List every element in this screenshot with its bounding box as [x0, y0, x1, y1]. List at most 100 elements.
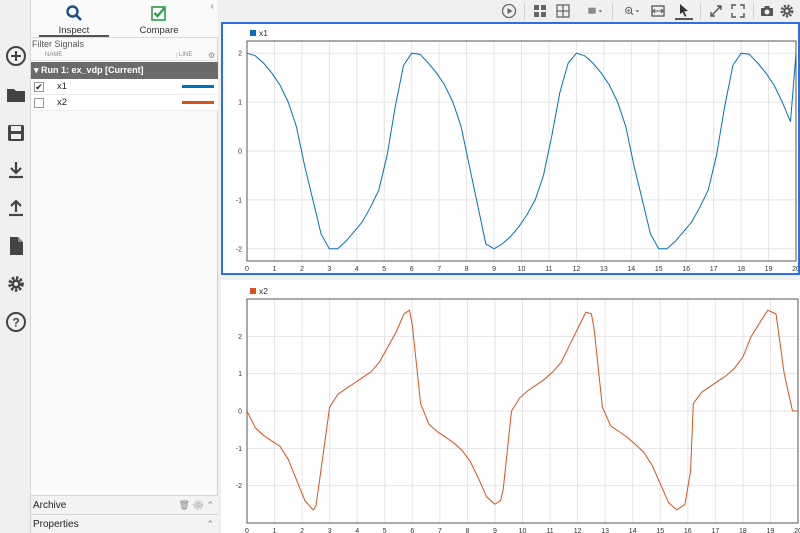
x-tick-label: 17 — [710, 266, 718, 273]
chart-x2[interactable]: 0 1 2 3 4 5 6 7 8 9 10 11 12 13 14 15 16 17 18 19 20-2-1012x… — [221, 280, 800, 533]
plot-settings-button[interactable] — [778, 2, 796, 20]
chevron-up-icon[interactable]: ⌃ — [206, 500, 214, 510]
plus-circle-icon — [5, 45, 26, 66]
signal-checkbox-x2[interactable] — [34, 98, 44, 108]
x-tick-label: 15 — [655, 266, 663, 273]
legend-label-x2: x2 — [259, 286, 268, 296]
gear-icon — [780, 4, 794, 18]
download-icon — [8, 161, 23, 178]
column-settings-gear-icon[interactable]: ⚙ — [208, 51, 215, 60]
x-tick-label: 19 — [765, 266, 773, 273]
open-button[interactable] — [3, 82, 28, 107]
x-tick-label: 0 — [245, 266, 249, 273]
snapshot-button[interactable] — [758, 2, 776, 20]
import-button[interactable] — [3, 157, 28, 182]
archive-section[interactable]: Archive 🗑 ⚙ ⌃ — [31, 495, 218, 515]
archive-label: Archive — [33, 500, 67, 511]
preferences-button[interactable] — [3, 271, 28, 296]
x-tick-label: 4 — [355, 266, 359, 273]
x-tick-label: 19 — [767, 528, 775, 533]
pointer-arrow-icon — [680, 4, 688, 17]
chart-type-icon — [588, 7, 603, 14]
fit-to-view-button[interactable] — [649, 2, 667, 20]
document-icon — [9, 236, 23, 255]
properties-section[interactable]: Properties ⌃ — [31, 514, 218, 533]
column-line[interactable]: LINE — [176, 52, 192, 58]
export-button[interactable] — [3, 195, 28, 220]
x-tick-label: 1 — [273, 528, 277, 533]
svg-text:?: ? — [12, 315, 19, 329]
signal-table-header: NAME LINE ⚙ — [31, 51, 218, 61]
magnifier-icon — [66, 5, 82, 21]
x-tick-label: 11 — [546, 528, 553, 533]
column-name[interactable]: NAME — [45, 52, 62, 58]
plot-x2[interactable]: 0 1 2 3 4 5 6 7 8 9 10 11 12 13 14 15 16 17 18 19 20 -2 -1 0 1 2 x… — [221, 280, 800, 533]
folder-icon — [6, 88, 25, 102]
gear-icon — [7, 275, 24, 292]
signal-name: x1 — [57, 81, 68, 92]
line-style-swatch[interactable] — [182, 85, 214, 88]
subplot-grid-icon — [556, 4, 570, 18]
x-tick-label: 8 — [465, 266, 469, 273]
chevron-left-icon[interactable]: ‹ — [211, 1, 214, 12]
cursor-select-button[interactable] — [675, 2, 693, 20]
x-tick-label: 5 — [383, 528, 387, 533]
signal-row-x2[interactable]: x2 — [31, 95, 218, 111]
x-tick-label: 11 — [545, 266, 552, 273]
signal-name: x2 — [57, 97, 68, 108]
signal-row-x1[interactable]: ✔ x1 — [31, 79, 218, 95]
report-button[interactable] — [3, 233, 28, 258]
new-button[interactable] — [3, 43, 28, 68]
legend-swatch-x1 — [250, 30, 256, 36]
camera-icon — [761, 6, 773, 16]
playback-button[interactable] — [500, 2, 518, 20]
tab-inspect[interactable]: Inspect — [39, 3, 109, 37]
help-button[interactable]: ? — [3, 309, 28, 334]
x-tick-label: 17 — [711, 528, 719, 533]
signal-panel: Inspect Compare ‹ Filter Signals NAME LI… — [31, 0, 218, 533]
x-tick-label: 16 — [684, 528, 692, 533]
legend-label-x1: x1 — [259, 28, 268, 38]
fit-view-icon — [651, 5, 665, 17]
x-tick-label: 1 — [272, 266, 276, 273]
run-header[interactable]: ▾ Run 1: ex_vdp [Current] — [31, 62, 218, 79]
signal-checkbox-x1[interactable]: ✔ — [34, 82, 44, 92]
x-tick-label: 3 — [327, 266, 331, 273]
expand-button[interactable] — [707, 2, 725, 20]
x-tick-label: 7 — [437, 266, 441, 273]
gear-icon[interactable]: ⚙ — [193, 500, 204, 510]
x-tick-label: 7 — [438, 528, 442, 533]
save-button[interactable] — [3, 120, 28, 145]
plot-toolbar — [219, 0, 800, 22]
chart-x1[interactable]: 0 1 2 3 4 5 6 7 8 9 10 11 12 13 14 15 16 17 18 19 20-2-1012x… — [223, 24, 798, 273]
x-tick-label: 9 — [493, 528, 497, 533]
check-icon — [151, 6, 166, 21]
full-screen-button[interactable] — [729, 2, 747, 20]
properties-label: Properties — [33, 519, 79, 530]
y-tick-label: 2 — [238, 334, 242, 341]
line-style-swatch[interactable] — [182, 101, 214, 104]
x-tick-label: 18 — [737, 266, 745, 273]
tab-compare[interactable]: Compare — [124, 3, 194, 37]
x-tick-label: 10 — [518, 266, 526, 273]
plot-x1[interactable]: 0 1 2 3 4 5 6 7 8 9 10 11 12 13 14 15 16 17 18 19 20 -2 -1 0 1 2 x… — [221, 22, 800, 275]
x-tick-label: 14 — [629, 528, 637, 533]
visualization-dropdown[interactable] — [583, 2, 607, 20]
filter-signals-label[interactable]: Filter Signals — [31, 39, 218, 50]
layout-button[interactable] — [531, 2, 549, 20]
chevron-up-icon[interactable]: ⌃ — [206, 515, 214, 533]
zoom-dropdown[interactable] — [620, 2, 644, 20]
y-tick-label: -2 — [236, 246, 242, 253]
play-circle-icon — [501, 3, 517, 19]
subplot-button[interactable] — [554, 2, 572, 20]
upload-icon — [8, 198, 23, 216]
y-tick-label: -1 — [236, 197, 242, 204]
x-tick-label: 2 — [300, 266, 304, 273]
tab-compare-label: Compare — [139, 25, 179, 36]
x-tick-label: 20 — [792, 266, 798, 273]
zoom-in-icon — [625, 6, 640, 16]
trash-icon[interactable]: 🗑 — [179, 500, 190, 510]
x-tick-label: 18 — [739, 528, 747, 533]
y-tick-label: 2 — [238, 51, 242, 58]
y-tick-label: -2 — [236, 483, 242, 490]
